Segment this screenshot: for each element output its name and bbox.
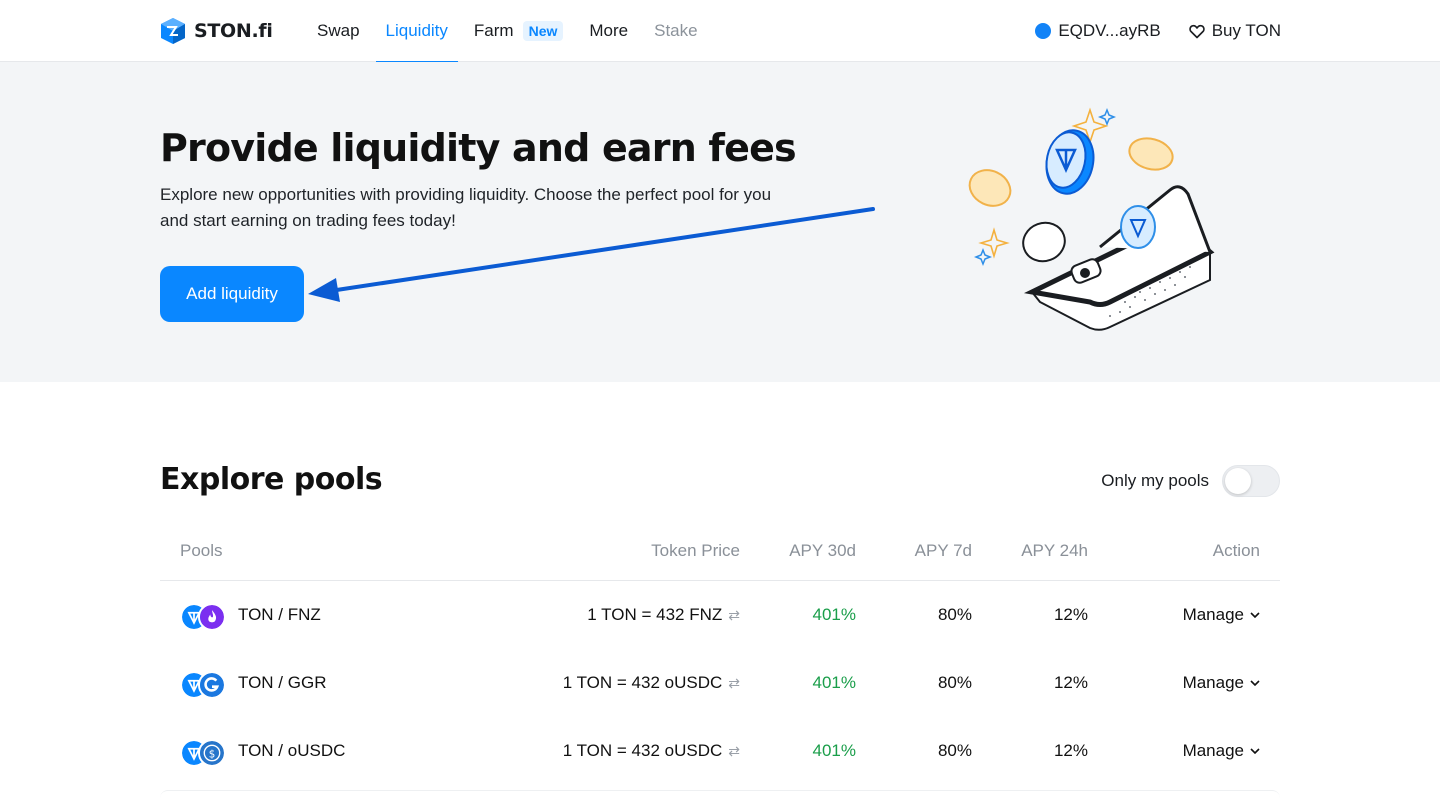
pool-pair-name: TON / oUSDC bbox=[238, 741, 346, 760]
col-action: Action bbox=[1212, 541, 1260, 560]
apy-24h-value: 12% bbox=[1053, 741, 1088, 760]
chevron-down-icon bbox=[1250, 612, 1260, 618]
ston-logo-icon bbox=[161, 18, 185, 44]
apy-30d-value: 401% bbox=[812, 741, 856, 760]
new-badge: New bbox=[522, 21, 564, 41]
apy-24h-value: 12% bbox=[1053, 605, 1088, 624]
nav-stake[interactable]: Stake bbox=[654, 0, 697, 62]
nav-swap-label: Swap bbox=[317, 21, 360, 40]
apy-7d-value: 80% bbox=[937, 673, 972, 692]
nav-farm[interactable]: Farm New bbox=[473, 0, 564, 62]
nav-more-label: More bbox=[589, 21, 629, 40]
token-price: 1 TON = 432 FNZ ⇄ bbox=[587, 605, 740, 625]
only-my-pools-toggle[interactable] bbox=[1222, 465, 1280, 497]
top-header: STON.fi Swap Liquidity Farm New More Stak… bbox=[0, 0, 1440, 63]
table-row[interactable]: TON / GGR 1 TON = 432 oUSDC ⇄ 401% 80% 12… bbox=[160, 649, 1280, 717]
buy-ton-label: Buy TON bbox=[1211, 21, 1281, 40]
header-actions: EQDV...ayRB Buy TON bbox=[1035, 0, 1281, 62]
wallet-avatar-icon bbox=[1035, 23, 1052, 39]
logo[interactable]: STON.fi bbox=[160, 17, 273, 45]
manage-button[interactable]: Manage bbox=[1183, 741, 1260, 761]
token-price: 1 TON = 432 oUSDC ⇄ bbox=[563, 673, 740, 693]
nav-stake-label: Stake bbox=[654, 21, 698, 40]
explore-pools-title: Explore pools bbox=[160, 462, 383, 497]
apy-30d-value: 401% bbox=[812, 605, 856, 624]
manage-label: Manage bbox=[1182, 741, 1244, 760]
ggr-icon bbox=[198, 671, 226, 699]
swap-arrows-icon[interactable]: ⇄ bbox=[728, 607, 740, 623]
hero-title: Provide liquidity and earn fees bbox=[160, 126, 797, 170]
table-bottom-edge bbox=[160, 790, 1280, 800]
wallet-button[interactable]: EQDV...ayRB bbox=[1035, 21, 1161, 41]
manage-label: Manage bbox=[1182, 605, 1244, 624]
pool-pair-icons: $ bbox=[180, 739, 228, 767]
pool-pair-name: TON / GGR bbox=[238, 673, 327, 692]
only-my-pools-label: Only my pools bbox=[1101, 471, 1209, 490]
col-pools: Pools bbox=[180, 541, 223, 560]
pool-pair-name: TON / FNZ bbox=[238, 605, 321, 624]
buy-ton-button[interactable]: Buy TON bbox=[1188, 21, 1281, 41]
manage-label: Manage bbox=[1182, 673, 1244, 692]
apy-7d-value: 80% bbox=[937, 741, 972, 760]
chevron-down-icon bbox=[1250, 680, 1260, 686]
pool-pair-icons bbox=[180, 603, 228, 631]
col-apy-30d[interactable]: APY 30d bbox=[789, 541, 856, 561]
table-row[interactable]: TON / FNZ 1 TON = 432 FNZ ⇄ 401% 80% 12% … bbox=[160, 581, 1280, 649]
nav-farm-label: Farm bbox=[473, 21, 514, 40]
wallet-address: EQDV...ayRB bbox=[1058, 21, 1161, 40]
manage-button[interactable]: Manage bbox=[1183, 605, 1260, 625]
chevron-down-icon bbox=[1250, 748, 1260, 754]
manage-button[interactable]: Manage bbox=[1183, 673, 1260, 693]
logo-text: STON.fi bbox=[194, 20, 273, 42]
table-row[interactable]: $ TON / oUSDC 1 TON = 432 oUSDC ⇄ 401% 80… bbox=[160, 717, 1280, 785]
token-price-value: 1 TON = 432 oUSDC bbox=[562, 673, 723, 692]
svg-text:$: $ bbox=[209, 748, 216, 760]
col-token-price[interactable]: Token Price bbox=[651, 541, 740, 561]
swap-arrows-icon[interactable]: ⇄ bbox=[728, 743, 740, 759]
token-price: 1 TON = 432 oUSDC ⇄ bbox=[563, 741, 740, 761]
fnz-icon bbox=[198, 603, 226, 631]
token-price-value: 1 TON = 432 oUSDC bbox=[562, 741, 723, 760]
col-apy-7d[interactable]: APY 7d bbox=[915, 541, 972, 561]
annotation-arrow-icon bbox=[308, 207, 875, 302]
add-liquidity-button[interactable]: Add liquidity bbox=[160, 266, 304, 322]
heart-icon bbox=[1188, 24, 1205, 38]
table-header: Pools Token Price APY 30d APY 7d APY 24h… bbox=[160, 520, 1280, 581]
wallet-coins-illustration bbox=[968, 107, 1215, 331]
only-my-pools-filter: Only my pools bbox=[1101, 465, 1280, 497]
nav-swap[interactable]: Swap bbox=[317, 0, 360, 62]
toggle-knob bbox=[1225, 468, 1251, 494]
nav-liquidity-label: Liquidity bbox=[385, 21, 448, 40]
hero-section: Provide liquidity and earn fees Explore … bbox=[0, 62, 1440, 382]
apy-7d-value: 80% bbox=[937, 605, 972, 624]
apy-24h-value: 12% bbox=[1053, 673, 1088, 692]
main-nav: Swap Liquidity Farm New More Stake bbox=[317, 0, 724, 63]
col-apy-24h[interactable]: APY 24h bbox=[1021, 541, 1088, 561]
pools-table: Pools Token Price APY 30d APY 7d APY 24h… bbox=[160, 520, 1280, 785]
pool-pair-icons bbox=[180, 671, 228, 699]
nav-liquidity[interactable]: Liquidity bbox=[375, 0, 459, 63]
swap-arrows-icon[interactable]: ⇄ bbox=[728, 675, 740, 691]
usdc-icon: $ bbox=[198, 739, 226, 767]
nav-more[interactable]: More bbox=[589, 0, 628, 62]
token-price-value: 1 TON = 432 FNZ bbox=[587, 605, 723, 624]
apy-30d-value: 401% bbox=[812, 673, 856, 692]
